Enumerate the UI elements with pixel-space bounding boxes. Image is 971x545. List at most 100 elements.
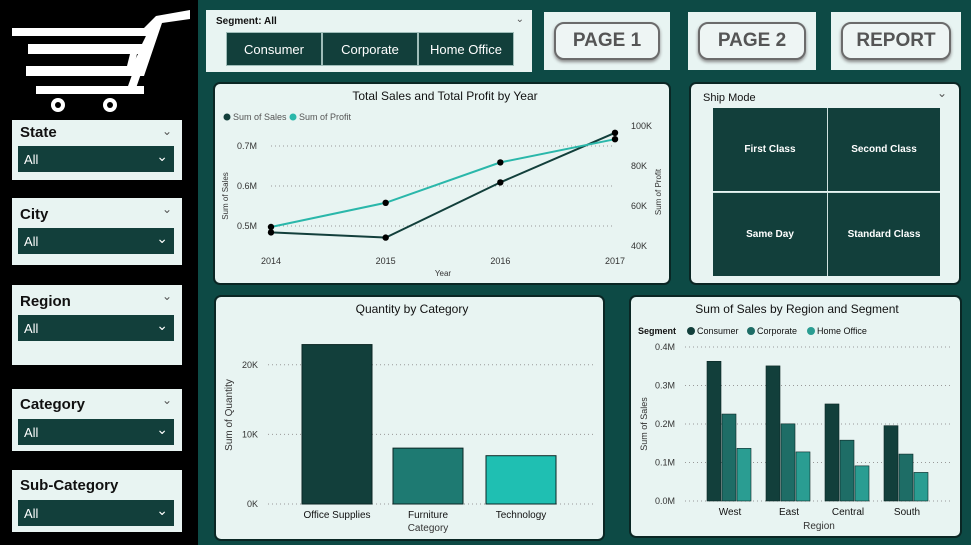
y-tick-label-left: 0.5M xyxy=(237,221,257,231)
y-tick-label: 0.4M xyxy=(655,342,675,352)
ship-mode-same-day-button[interactable]: Same Day xyxy=(713,192,827,276)
chart-title: Sum of Sales by Region and Segment xyxy=(695,302,899,316)
bar-central-corporate[interactable] xyxy=(839,439,855,502)
legend-label-consumer: Consumer xyxy=(697,326,739,336)
region-dropdown[interactable]: All ⌄ xyxy=(18,315,174,341)
ship-mode-second-class-button[interactable]: Second Class xyxy=(827,108,940,191)
ship-mode-first-class-button[interactable]: First Class xyxy=(713,108,827,191)
bar-west-corporate[interactable] xyxy=(721,413,737,502)
quantity-by-category-card: Quantity by Category Sum of Quantity Cat… xyxy=(214,295,605,541)
y-tick-label-left: 0.7M xyxy=(237,141,257,151)
bar-west-home-office[interactable] xyxy=(736,448,752,502)
data-point[interactable] xyxy=(382,234,389,241)
bar-technology[interactable] xyxy=(485,455,557,505)
chevron-down-icon[interactable]: ⌄ xyxy=(162,393,172,407)
category-slicer[interactable]: Category ⌄ All ⌄ xyxy=(12,389,182,451)
city-dropdown-value: All xyxy=(24,234,39,249)
region-slicer-title: Region xyxy=(20,293,71,310)
category-slicer-title: Category xyxy=(20,396,86,413)
bar-east-home-office[interactable] xyxy=(795,451,811,502)
state-dropdown[interactable]: All ⌄ xyxy=(18,146,174,172)
sub-category-dropdown-value: All xyxy=(24,506,39,521)
y-tick-label: 0.0M xyxy=(655,496,675,506)
bar-central-consumer[interactable] xyxy=(824,403,840,502)
sub-category-dropdown[interactable]: All ⌄ xyxy=(18,500,174,526)
y-tick-label-right: 100K xyxy=(631,121,652,131)
data-point[interactable] xyxy=(267,223,275,231)
chevron-down-icon[interactable]: ⌄ xyxy=(162,202,172,216)
page1-button[interactable]: PAGE 1 xyxy=(554,22,660,60)
y-tick-label: 10K xyxy=(242,429,258,439)
data-point[interactable] xyxy=(611,129,619,136)
chart-title: Quantity by Category xyxy=(356,302,469,316)
x-tick-label: Central xyxy=(832,507,864,518)
chevron-down-icon: ⌄ xyxy=(156,230,168,246)
series-line-sales xyxy=(270,131,616,239)
ship-mode-slicer: Ship Mode ⌄ First Class Second Class Sam… xyxy=(689,82,961,285)
x-axis-label: Year xyxy=(435,269,452,278)
bar-furniture[interactable] xyxy=(392,447,464,505)
legend-label-sales: Sum of Sales xyxy=(233,112,287,122)
sales-by-region-segment-card: Sum of Sales by Region and Segment Segme… xyxy=(629,295,962,538)
category-dropdown[interactable]: All ⌄ xyxy=(18,419,174,445)
chevron-down-icon: ⌄ xyxy=(156,502,168,518)
bar-south-consumer[interactable] xyxy=(883,425,899,502)
data-point[interactable] xyxy=(497,159,504,166)
y-axis-label: Sum of Sales xyxy=(639,397,649,451)
state-slicer[interactable]: State ⌄ All ⌄ xyxy=(12,120,182,180)
y-tick-label: 0.2M xyxy=(655,419,675,429)
y-tick-label-left: 0.6M xyxy=(237,181,257,191)
y-tick-label-right: 80K xyxy=(631,161,647,171)
segment-home-office-button[interactable]: Home Office xyxy=(418,32,514,66)
chevron-down-icon[interactable]: ⌄ xyxy=(162,289,172,303)
x-tick-label: South xyxy=(894,507,920,518)
x-tick-label: Furniture xyxy=(408,510,448,521)
bar-office-supplies[interactable] xyxy=(301,344,373,505)
quantity-bar-chart: Quantity by Category Sum of Quantity Cat… xyxy=(224,302,596,534)
sub-category-slicer[interactable]: Sub-Category All ⌄ xyxy=(12,470,182,532)
y-axis-label-left: Sum of Sales xyxy=(221,172,230,220)
bar-south-home-office[interactable] xyxy=(913,472,929,502)
chevron-down-icon[interactable]: ⌄ xyxy=(937,86,947,100)
region-dropdown-value: All xyxy=(24,321,39,336)
y-tick-label-right: 60K xyxy=(631,201,647,211)
bar-east-corporate[interactable] xyxy=(780,423,796,502)
city-dropdown[interactable]: All ⌄ xyxy=(18,228,174,254)
segment-corporate-button[interactable]: Corporate xyxy=(322,32,418,66)
data-point[interactable] xyxy=(497,179,504,186)
x-tick-label: 2016 xyxy=(490,256,510,266)
x-tick-label: Technology xyxy=(496,510,547,521)
x-tick-label: Office Supplies xyxy=(303,510,370,521)
sales-profit-by-year-card: Total Sales and Total Profit by Year Sum… xyxy=(213,82,671,285)
x-tick-label: West xyxy=(719,507,742,518)
x-tick-label: 2015 xyxy=(376,256,396,266)
bar-west-consumer[interactable] xyxy=(706,360,722,502)
segment-slicer: Segment: All ⌄ Consumer Corporate Home O… xyxy=(206,10,532,72)
bar-south-corporate[interactable] xyxy=(898,453,914,502)
x-axis-label: Region xyxy=(803,521,835,532)
legend-marker-consumer xyxy=(687,327,695,335)
data-point[interactable] xyxy=(611,136,619,143)
chart-legend: Segment Consumer Corporate Home Office xyxy=(638,326,867,336)
city-slicer[interactable]: City ⌄ All ⌄ xyxy=(12,198,182,265)
chevron-down-icon: ⌄ xyxy=(156,317,168,333)
shopping-cart-logo-icon xyxy=(12,10,190,112)
bar-east-consumer[interactable] xyxy=(765,365,781,502)
sub-category-slicer-title: Sub-Category xyxy=(20,477,119,494)
category-dropdown-value: All xyxy=(24,425,39,440)
page2-button[interactable]: PAGE 2 xyxy=(698,22,806,60)
bar-central-home-office[interactable] xyxy=(854,465,870,502)
legend-marker-home-office xyxy=(807,327,815,335)
segment-slicer-title: Segment: All xyxy=(216,16,277,27)
y-tick-label: 0.3M xyxy=(655,381,675,391)
region-slicer[interactable]: Region ⌄ All ⌄ xyxy=(12,285,182,365)
chevron-down-icon[interactable]: ⌄ xyxy=(516,14,524,25)
ship-mode-standard-class-button[interactable]: Standard Class xyxy=(827,192,940,276)
chevron-down-icon[interactable]: ⌄ xyxy=(162,124,172,138)
legend-label-profit: Sum of Profit xyxy=(299,112,352,122)
segment-consumer-button[interactable]: Consumer xyxy=(226,32,322,66)
data-point[interactable] xyxy=(382,199,389,206)
y-tick-label: 0K xyxy=(247,499,258,509)
report-button[interactable]: REPORT xyxy=(841,22,951,60)
page1-button-container: PAGE 1 xyxy=(544,12,670,70)
